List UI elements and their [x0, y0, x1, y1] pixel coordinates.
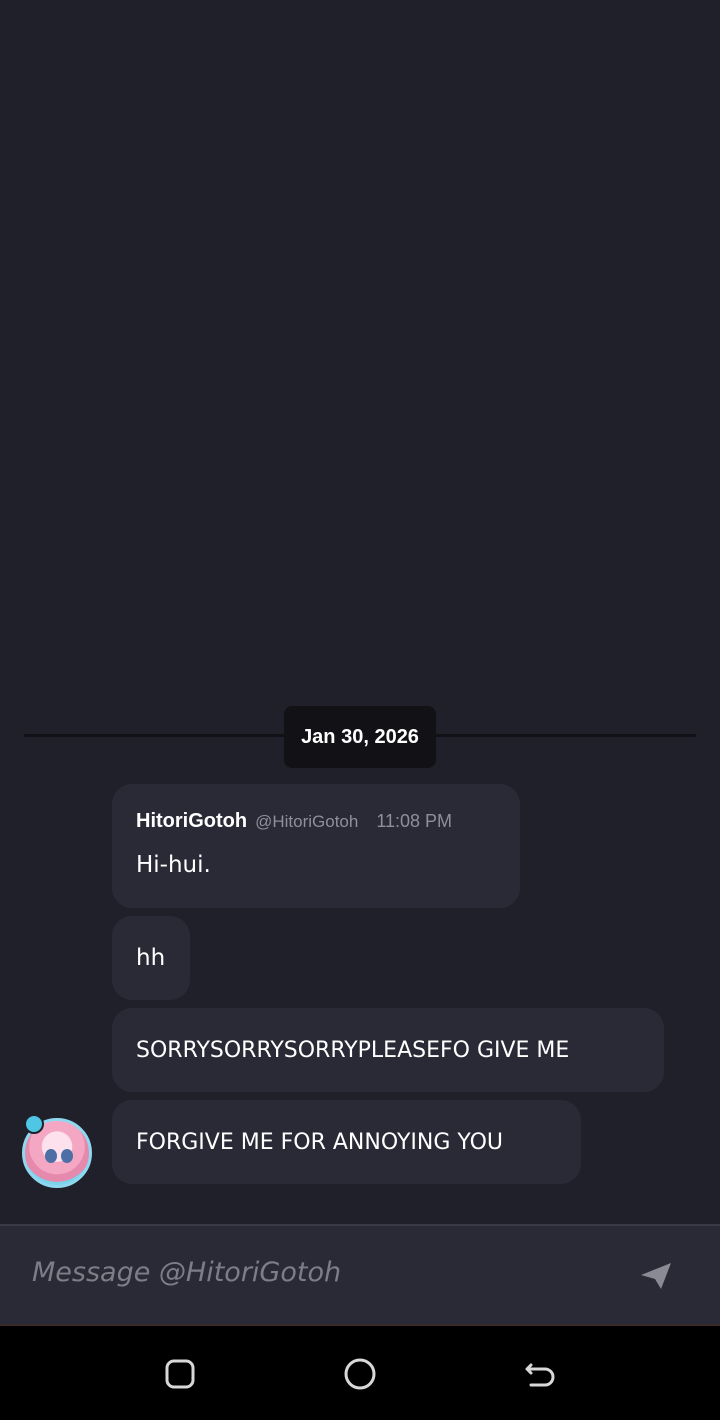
message-text: Hi-hui.	[136, 852, 211, 878]
message-bubble[interactable]: SORRYSORRYSORRYPLEASEFO GIVE ME	[112, 1008, 664, 1092]
home-button[interactable]	[340, 1354, 380, 1394]
message-header: HitoriGotoh @HitoriGotoh 11:08 PM	[136, 810, 496, 838]
send-button[interactable]	[636, 1256, 676, 1296]
message-composer	[0, 1224, 720, 1326]
message-text: SORRYSORRYSORRYPLEASEFO GIVE ME	[136, 1037, 570, 1063]
author-name[interactable]: HitoriGotoh	[136, 810, 247, 833]
home-icon	[344, 1358, 376, 1390]
message-bubble[interactable]: HitoriGotoh @HitoriGotoh 11:08 PM Hi-hui…	[112, 784, 520, 908]
recents-icon	[165, 1359, 195, 1389]
avatar-eye	[61, 1149, 73, 1163]
back-button[interactable]	[520, 1354, 560, 1394]
message-bubble[interactable]: FORGIVE ME FOR ANNOYING YOU	[112, 1100, 581, 1184]
back-icon	[525, 1363, 555, 1387]
message-timestamp: 11:08 PM	[376, 811, 453, 831]
author-handle: @HitoriGotoh	[255, 812, 359, 831]
avatar-eye	[45, 1149, 57, 1163]
send-icon	[641, 1263, 671, 1289]
recents-button[interactable]	[160, 1354, 200, 1394]
system-navbar	[0, 1326, 720, 1420]
message-text: FORGIVE ME FOR ANNOYING YOU	[136, 1129, 504, 1155]
avatar-badge-icon	[24, 1114, 44, 1134]
message-bubble[interactable]: hh	[112, 916, 190, 1000]
chat-area[interactable]: Jan 30, 2026 HitoriGotoh @HitoriGotoh 11…	[0, 0, 720, 1224]
date-divider-label: Jan 30, 2026	[284, 706, 436, 768]
message-text: hh	[136, 945, 166, 971]
message-input[interactable]	[32, 1252, 592, 1292]
